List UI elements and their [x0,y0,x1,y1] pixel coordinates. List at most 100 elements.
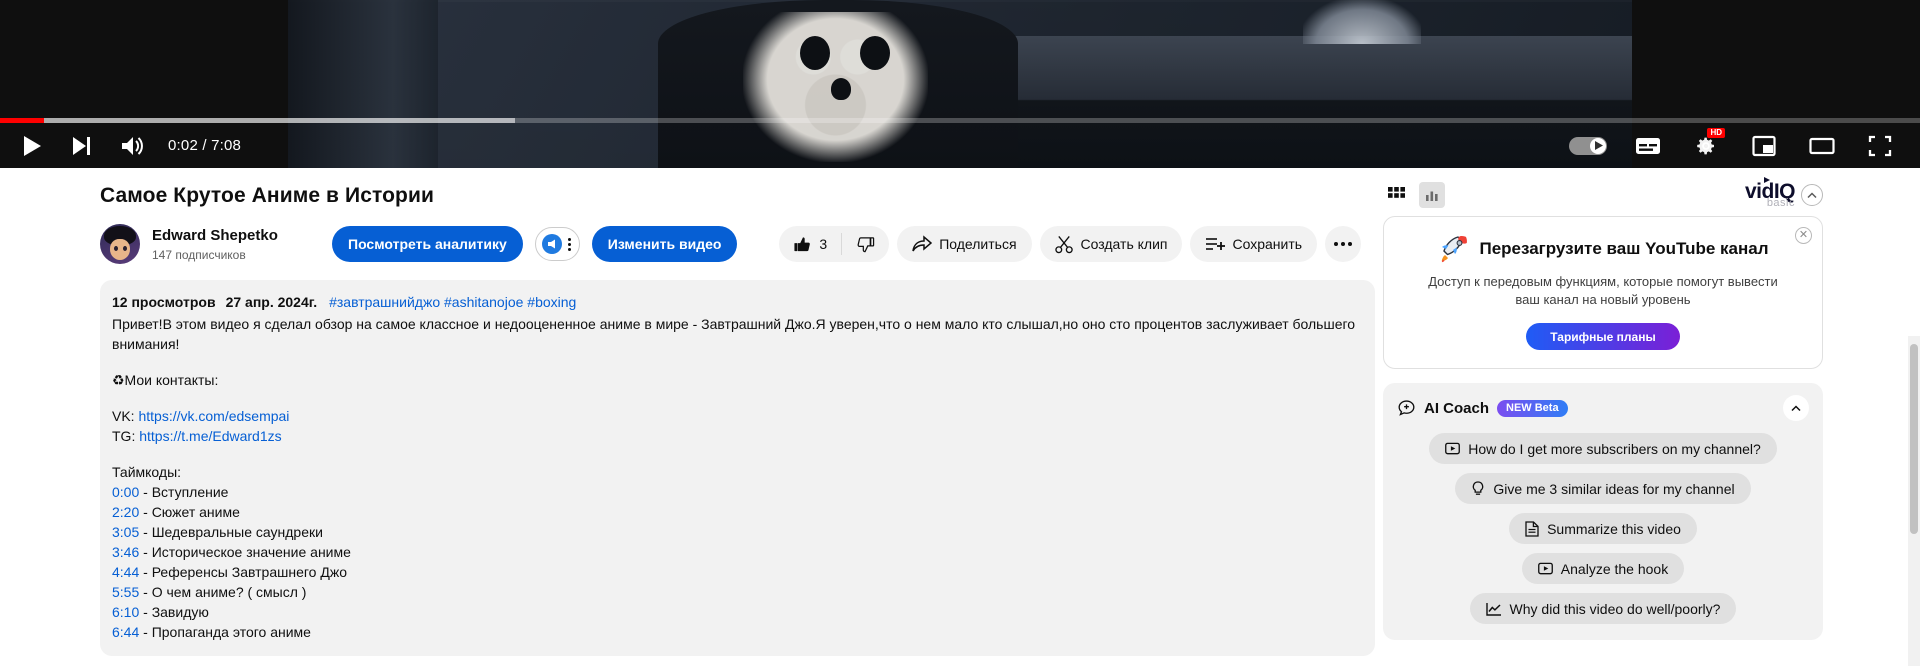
theater-mode-icon[interactable] [1800,124,1844,168]
volume-icon[interactable] [110,124,154,168]
grid-view-icon[interactable] [1383,182,1409,208]
ai-coach-chip[interactable]: Summarize this video [1509,513,1697,544]
stats-view-icon[interactable] [1419,182,1445,208]
subtitles-icon[interactable] [1626,124,1670,168]
ai-coach-chip[interactable]: How do I get more subscribers on my chan… [1429,433,1777,464]
timecode-label: - Шедевральные саундреки [139,524,323,540]
video-shirt-skull-eye-right [860,36,890,70]
next-video-icon[interactable] [60,124,104,168]
save-playlist-icon [1206,238,1226,250]
view-analytics-button[interactable]: Посмотреть аналитику [332,226,523,262]
timecodes-header: Таймкоды: [112,464,182,480]
video-player[interactable]: 0:02 / 7:08 HD [0,0,1920,168]
main-column: Самое Крутое Аниме в Истории Edward Shep… [100,168,1375,656]
channel-info[interactable]: Edward Shepetko 147 подписчиков [152,226,332,263]
play-icon[interactable] [10,124,54,168]
timecode-row[interactable]: 6:10 - Завидую [112,602,1363,622]
autoplay-toggle[interactable] [1564,124,1612,168]
tg-link[interactable]: https://t.me/Edward1zs [139,428,281,444]
save-button[interactable]: Сохранить [1190,226,1318,262]
contacts-header: ♻Мои контакты: [112,372,219,388]
dislike-button[interactable] [842,226,889,262]
ai-coach-chip[interactable]: Give me 3 similar ideas for my channel [1455,473,1751,504]
ai-coach-suggestion-chips: How do I get more subscribers on my chan… [1397,433,1809,624]
chart-icon [1485,602,1502,616]
timecode-row[interactable]: 0:00 - Вступление [112,482,1363,502]
timecode-row[interactable]: 4:44 - Референсы Завтрашнего Джо [112,562,1363,582]
miniplayer-icon[interactable] [1742,124,1786,168]
timecode-label: - Референсы Завтрашнего Джо [139,564,347,580]
chat-sparkle-icon [1398,399,1415,416]
avatar[interactable] [100,224,140,264]
description-meta: 12 просмотров 27 апр. 2024г. #завтрашнийдж… [112,292,1363,312]
timecode-time[interactable]: 5:55 [112,584,139,600]
ai-coach-chip-label: Give me 3 similar ideas for my channel [1493,480,1735,497]
promote-button-group[interactable] [534,227,580,261]
ai-coach-chip-label: Analyze the hook [1560,560,1669,577]
more-actions-button[interactable] [1325,226,1362,262]
timecode-row[interactable]: 6:44 - Пропаганда этого аниме [112,622,1363,642]
promo-title-row: Перезагрузите ваш YouTube канал [1402,233,1804,265]
timecode-label: - О чем аниме? ( смысл ) [139,584,307,600]
tg-contact-line: TG: https://t.me/Edward1zs [112,426,1363,446]
page-title: Самое Крутое Аниме в Истории [100,184,434,207]
like-dislike-group: 3 [779,226,890,262]
timecode-row[interactable]: 3:46 - Историческое значение аниме [112,542,1363,562]
sidebar-collapse-chevron-up-icon[interactable] [1801,184,1823,206]
timecode-list: 0:00 - Вступление 2:20 - Сюжет аниме 3:05 … [112,482,1363,642]
fullscreen-icon[interactable] [1858,124,1902,168]
share-button[interactable]: Поделиться [897,226,1032,262]
edit-video-button[interactable]: Изменить видео [591,226,738,262]
description-intro: Привет!В этом видео я сделал обзор на са… [112,316,1356,352]
vidiq-sidebar: vidIQ basic ✕ Перезагрузите ваш YouTube … [1383,168,1823,640]
create-clip-button[interactable]: Создать клип [1039,226,1183,262]
close-icon[interactable]: ✕ [1795,227,1812,244]
ai-coach-chip[interactable]: Analyze the hook [1521,553,1685,584]
timecode-label: - Вступление [139,484,229,500]
vk-contact-line: VK: https://vk.com/edsempai [112,406,1363,426]
timecode-row[interactable]: 5:55 - О чем аниме? ( смысл ) [112,582,1363,602]
promote-more-icon[interactable] [567,237,571,251]
timecode-time[interactable]: 0:00 [112,484,139,500]
timecode-label: - Завидую [139,604,209,620]
timecode-label: - Сюжет аниме [139,504,240,520]
scissors-icon [1054,235,1073,253]
bulb-icon [1471,480,1485,497]
settings-icon[interactable]: HD [1684,124,1728,168]
timecode-time[interactable]: 4:44 [112,564,139,580]
like-count: 3 [819,236,828,252]
timecode-time[interactable]: 2:20 [112,504,139,520]
timecode-time[interactable]: 3:46 [112,544,139,560]
ai-coach-chip-label: Summarize this video [1547,520,1681,537]
timecode-row[interactable]: 3:05 - Шедевральные саундреки [112,522,1363,542]
thumbs-up-icon [794,236,811,251]
pricing-plans-button[interactable]: Тарифные планы [1526,323,1680,350]
page-body: Самое Крутое Аниме в Истории Edward Shep… [0,168,1920,666]
timecode-time[interactable]: 6:44 [112,624,139,640]
create-clip-label: Создать клип [1080,236,1168,252]
video-description[interactable]: 12 просмотров 27 апр. 2024г. #завтрашнийдж… [100,280,1375,656]
avatar-face [110,239,130,260]
video-icon [1445,441,1461,456]
hashtags[interactable]: #завтрашнийджо #ashitanojoe #boxing [329,294,576,310]
video-shirt-skull-eye-left [800,36,830,70]
document-icon [1525,520,1539,537]
promote-icon[interactable] [541,234,562,254]
tg-label: TG: [112,428,140,444]
ai-coach-chip[interactable]: Why did this video do well/poorly? [1469,593,1737,624]
avatar-eye-left [114,246,118,251]
like-button[interactable]: 3 [779,226,841,262]
page-scrollbar-thumb[interactable] [1910,344,1918,534]
channel-name[interactable]: Edward Shepetko [152,226,332,246]
vidiq-logo: vidIQ basic [1745,177,1796,209]
autoplay-switch[interactable] [1569,136,1607,155]
timecode-row[interactable]: 2:20 - Сюжет аниме [112,502,1363,522]
player-controls-right: HD [1564,124,1920,168]
timecode-time[interactable]: 6:10 [112,604,139,620]
ai-coach-collapse-chevron-up-icon[interactable] [1783,395,1809,421]
vidiq-play-triangle [1763,177,1770,183]
hd-badge: HD [1707,127,1725,138]
timecode-time[interactable]: 3:05 [112,524,139,540]
vk-link[interactable]: https://vk.com/edsempai [138,408,289,424]
promo-subtitle: Доступ к передовым функциям, которые пом… [1428,274,1778,307]
